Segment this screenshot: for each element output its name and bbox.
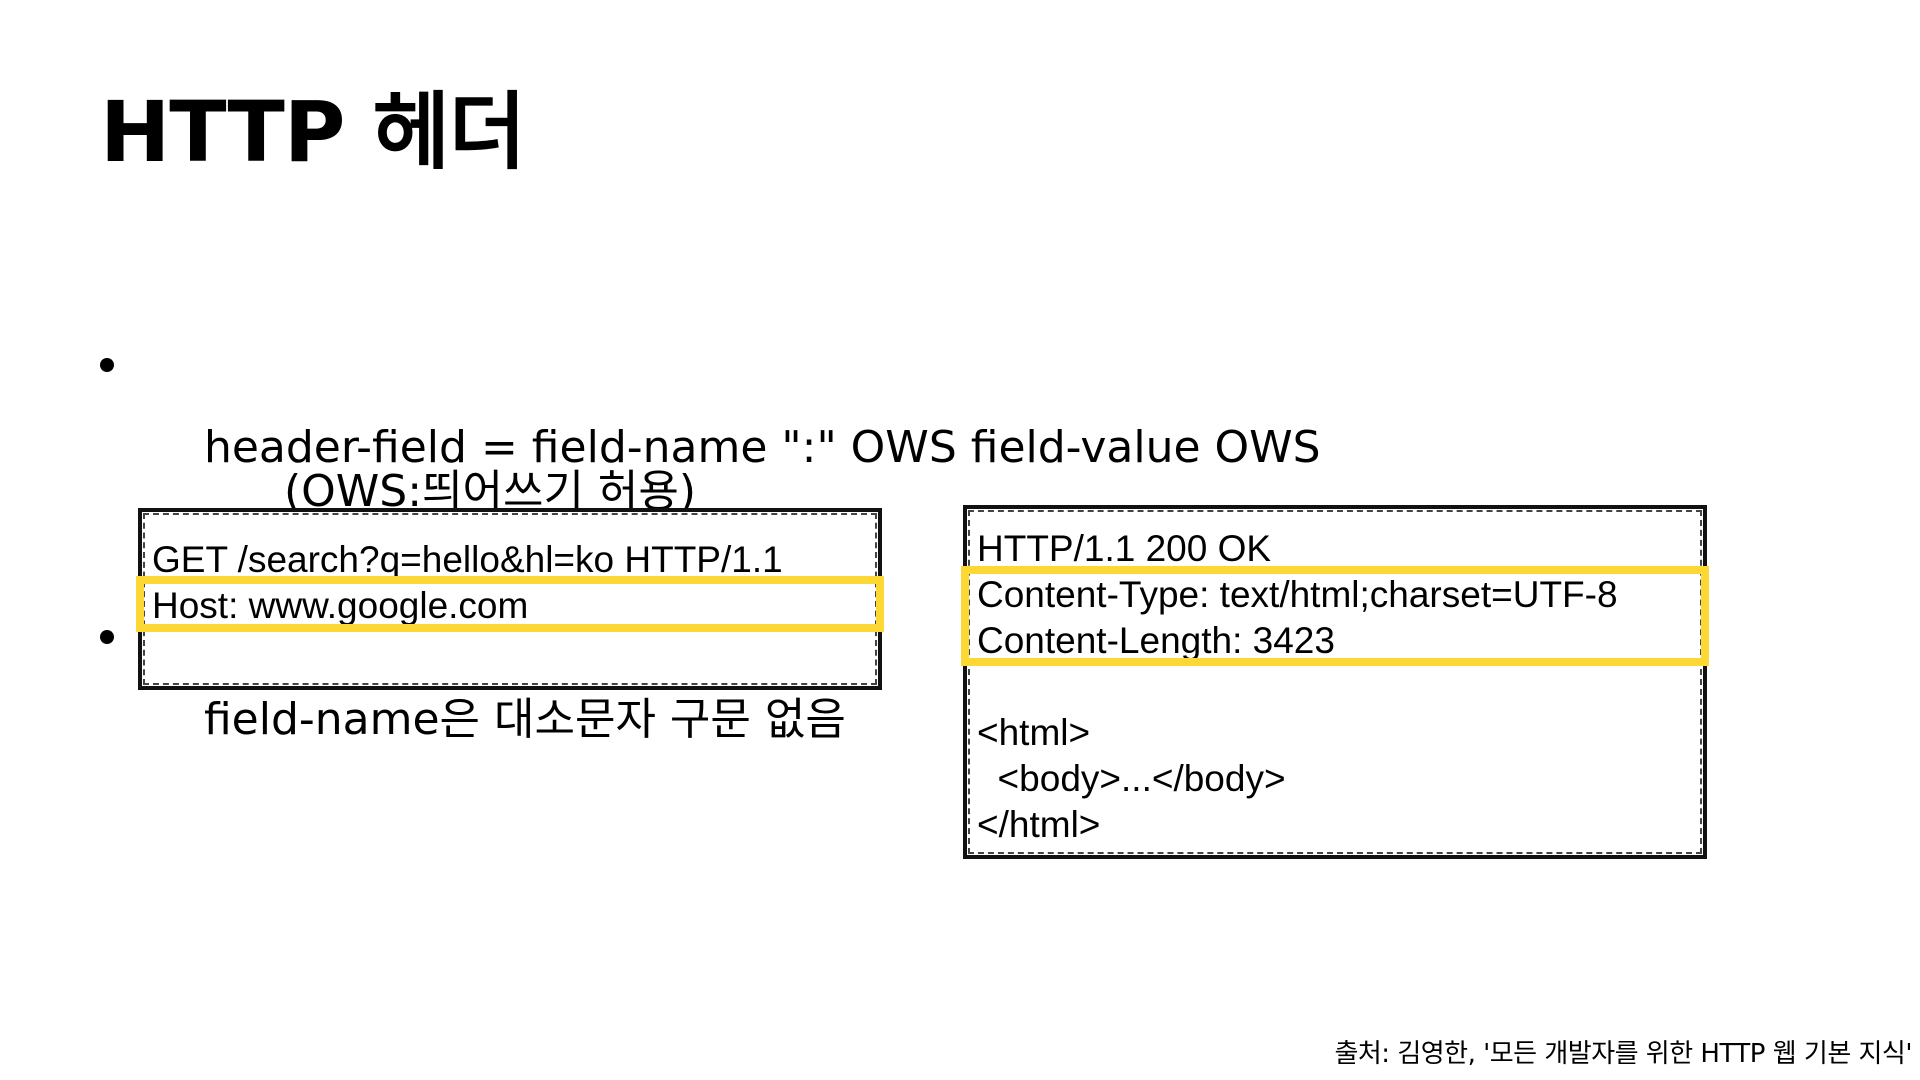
bullet-dot-icon [100, 358, 114, 372]
http-response-box: HTTP/1.1 200 OK Content-Type: text/html;… [963, 505, 1707, 859]
request-line: GET /search?q=hello&hl=ko HTTP/1.1 [152, 539, 783, 580]
response-body-line: </html> [977, 804, 1101, 845]
response-status-line: HTTP/1.1 200 OK [977, 528, 1272, 569]
source-caption: 출처: 김영한, '모든 개발자를 위한 HTTP 웹 기본 지식' [1334, 1039, 1912, 1069]
bullet-text: field-name은 대소문자 구문 없음 [203, 694, 846, 745]
response-content-length-header: Content-Length: 3423 [977, 620, 1335, 661]
request-host-header: Host: www.google.com [152, 585, 529, 626]
response-body-line: <html> [977, 712, 1091, 753]
slide-title: HTTP 헤더 [100, 83, 526, 181]
http-request-box: GET /search?q=hello&hl=ko HTTP/1.1 Host:… [138, 508, 882, 690]
response-body-line: <body>...</body> [977, 758, 1286, 799]
response-content-type-header: Content-Type: text/html;charset=UTF-8 [977, 574, 1618, 615]
request-empty-line [152, 629, 878, 675]
response-empty-line [977, 664, 1703, 710]
bullet-dot-icon [100, 630, 114, 644]
